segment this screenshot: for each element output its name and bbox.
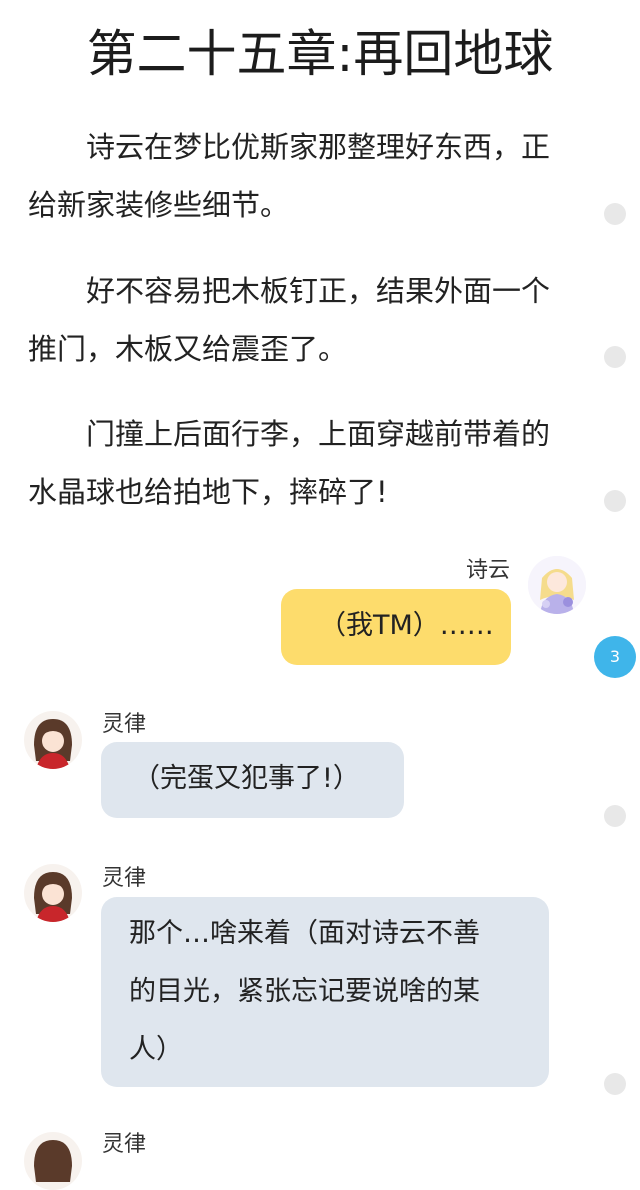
- paragraph-line: 给新家装修些细节。: [28, 188, 290, 222]
- paragraph-comment-dot[interactable]: [604, 203, 626, 225]
- paragraph-line: 推门，木板又给震歪了。: [28, 332, 348, 366]
- avatar-illustration: [24, 711, 82, 769]
- avatar[interactable]: [24, 864, 82, 922]
- paragraph: 门撞上后面行李，上面穿越前带着的 水晶球也给拍地下，摔碎了!: [28, 405, 588, 521]
- avatar-illustration: [24, 864, 82, 922]
- paragraph-comment-dot[interactable]: [604, 805, 626, 827]
- message-text-line: 那个…啥来着（面对诗云不善: [129, 918, 480, 949]
- message-speaker: 灵律: [102, 1132, 147, 1157]
- message-speaker: 灵律: [102, 712, 147, 737]
- paragraph: 好不容易把木板钉正，结果外面一个 推门，木板又给震歪了。: [28, 262, 588, 378]
- avatar[interactable]: [24, 711, 82, 769]
- paragraph: 诗云在梦比优斯家那整理好东西，正 给新家装修些细节。: [28, 118, 588, 234]
- message-text-line: 的目光，紧张忘记要说啥的某: [129, 976, 480, 1007]
- avatar[interactable]: [24, 1132, 82, 1190]
- message-speaker: 诗云: [465, 558, 510, 583]
- paragraph-line: 诗云在梦比优斯家那整理好东西，正: [86, 130, 551, 164]
- paragraph-line: 门撞上后面行李，上面穿越前带着的: [86, 417, 551, 451]
- message-text-line: 人）: [129, 1034, 183, 1065]
- message-text: （完蛋又犯事了!）: [133, 763, 360, 794]
- message-bubble: （完蛋又犯事了!）: [101, 742, 404, 818]
- paragraph-line: 好不容易把木板钉正，结果外面一个: [86, 274, 551, 308]
- paragraph-line: 水晶球也给拍地下，摔碎了!: [28, 475, 388, 509]
- paragraph-comment-dot[interactable]: [604, 1073, 626, 1095]
- paragraph-comment-dot[interactable]: [604, 346, 626, 368]
- avatar[interactable]: [528, 556, 586, 614]
- comment-count-badge[interactable]: 3: [594, 636, 636, 678]
- message-text: （我TM）……: [319, 610, 494, 641]
- avatar-illustration: [528, 556, 586, 614]
- chapter-title: 第二十五章:再回地球: [86, 25, 554, 83]
- avatar-illustration: [24, 1132, 82, 1190]
- paragraph-comment-dot[interactable]: [604, 490, 626, 512]
- message-bubble: （我TM）……: [281, 589, 511, 665]
- message-speaker: 灵律: [102, 866, 147, 891]
- message-bubble: 那个…啥来着（面对诗云不善 的目光，紧张忘记要说啥的某 人）: [101, 897, 549, 1087]
